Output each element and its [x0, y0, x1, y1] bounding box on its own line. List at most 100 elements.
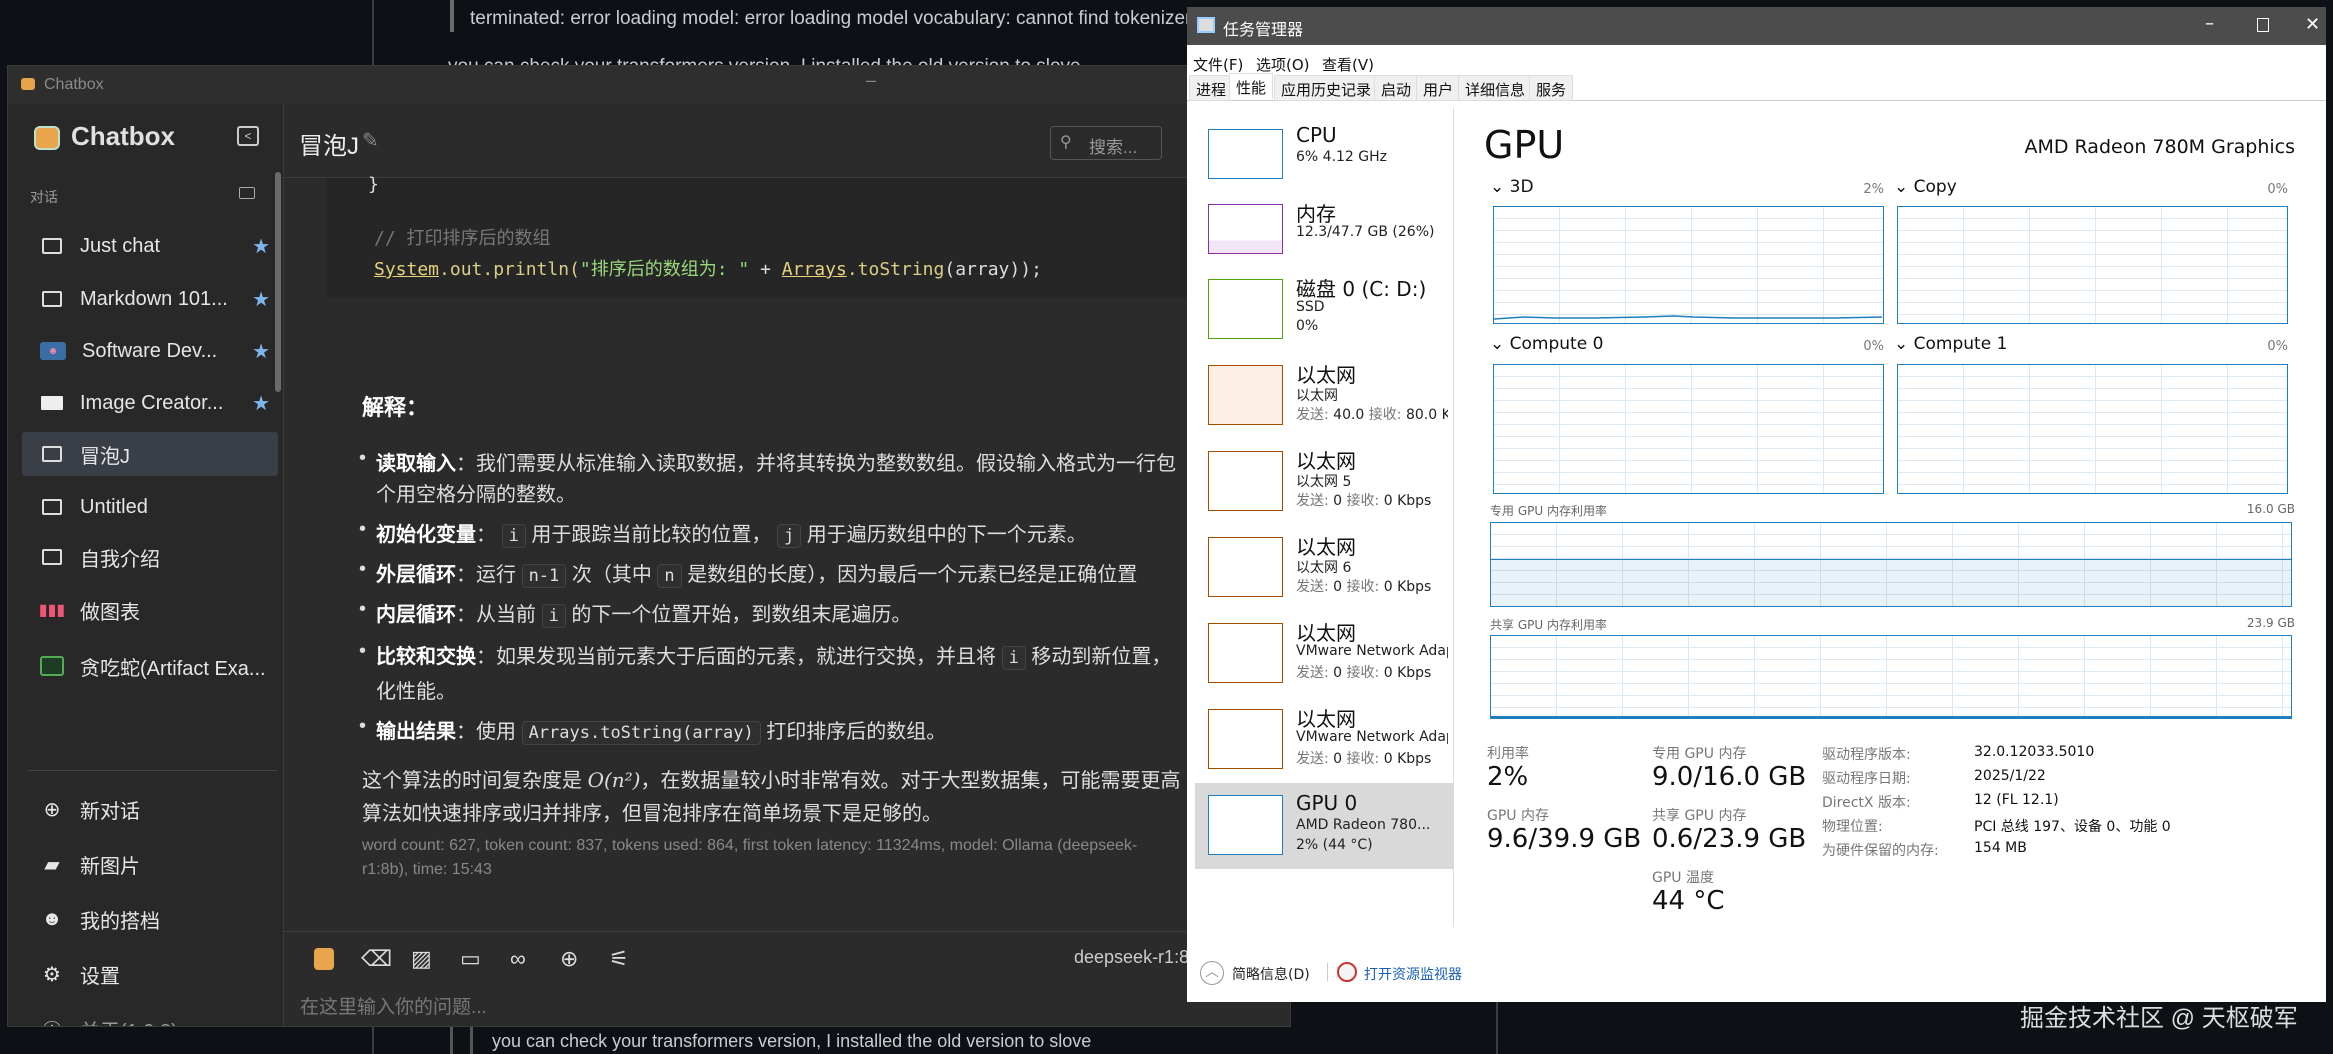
chevron-up-icon[interactable]: ︿: [1200, 961, 1224, 985]
new-chat-button[interactable]: ⊕新对话: [22, 787, 278, 831]
tab-startup[interactable]: 启动: [1374, 75, 1418, 101]
tab-app-history[interactable]: 应用历史记录: [1274, 75, 1378, 101]
model-selector[interactable]: deepseek-r1:8b: [1074, 947, 1199, 968]
send-value: 0: [1333, 493, 1342, 509]
image-upload-icon[interactable]: ▨: [411, 946, 432, 972]
code-token: .toString: [847, 259, 945, 280]
menu-file[interactable]: 文件(F): [1193, 54, 1243, 75]
resource-detail: VMware Network Adapter: [1296, 729, 1448, 745]
paragraph-text: ，在数据量较小时非常有效。对于大型数据集，可能需要更高: [640, 770, 1180, 792]
resource-ethernet[interactable]: 以太网以太网发送: 40.0 接收: 80.0 Kbps: [1195, 357, 1453, 441]
minimize-button[interactable]: –: [866, 70, 876, 91]
recv-label: 接收:: [1347, 579, 1380, 595]
edit-title-icon[interactable]: ✎: [362, 128, 379, 153]
engine-compute1-label[interactable]: ⌄ Compute 1: [1894, 334, 2007, 354]
session-item-self-intro[interactable]: 自我介绍: [22, 535, 278, 579]
tab-services[interactable]: 服务: [1529, 75, 1573, 101]
resource-cpu[interactable]: CPU6% 4.12 GHz: [1195, 121, 1453, 205]
settings-sliders-icon[interactable]: ⚟: [609, 946, 629, 972]
resource-ethernet-5[interactable]: 以太网以太网 5发送: 0 接收: 0 Kbps: [1195, 443, 1453, 527]
session-item-software-dev[interactable]: ☻Software Dev...★: [22, 329, 278, 373]
settings-button[interactable]: ⚙设置: [22, 952, 278, 996]
maximize-button[interactable]: [2257, 18, 2269, 32]
session-item-markdown[interactable]: Markdown 101...★: [22, 277, 278, 321]
sidebar-scrollbar[interactable]: [275, 172, 281, 392]
folder-icon[interactable]: ▭: [460, 946, 481, 972]
resource-name: 以太网: [1296, 703, 1356, 732]
detail-value: 2025/1/22: [1974, 768, 2046, 784]
resource-detail: 以太网: [1296, 385, 1448, 405]
shared-memory-max: 23.9 GB: [2247, 616, 2295, 630]
tab-performance[interactable]: 性能: [1229, 73, 1273, 99]
minimize-button[interactable]: –: [2205, 13, 2214, 34]
engine-compute0-label[interactable]: ⌄ Compute 0: [1490, 334, 1603, 354]
session-item-untitled[interactable]: Untitled: [22, 485, 278, 529]
clear-conversations-icon[interactable]: [239, 187, 255, 199]
dedicated-memory-label: 专用 GPU 内存利用率: [1490, 502, 1607, 519]
resource-memory[interactable]: 内存12.3/47.7 GB (26%): [1195, 196, 1453, 280]
eraser-icon[interactable]: ⌫: [361, 946, 392, 972]
resource-vmware-1[interactable]: 以太网VMware Network Adapter发送: 0 接收: 0 Kbp…: [1195, 615, 1453, 699]
star-icon[interactable]: ★: [252, 391, 270, 416]
resource-ethernet-6[interactable]: 以太网以太网 6发送: 0 接收: 0 Kbps: [1195, 529, 1453, 613]
engine-copy-pct: 0%: [2187, 182, 2288, 197]
about-button[interactable]: ⓘ关于(1.9.8): [22, 1007, 278, 1027]
session-item-image-creator[interactable]: Image Creator...★: [22, 381, 278, 425]
title-bar: Chatbox –: [8, 66, 1290, 104]
menu-view[interactable]: 查看(V): [1322, 54, 1374, 75]
recv-value: 0 Kbps: [1384, 751, 1432, 767]
bullet-bold: 输出结果: [376, 721, 456, 743]
session-item-just-chat[interactable]: Just chat★: [22, 224, 278, 268]
detail-key: 驱动程序日期:: [1822, 768, 1911, 788]
engine-copy-label[interactable]: ⌄ Copy: [1894, 177, 1957, 197]
resource-vmware-2[interactable]: 以太网VMware Network Adapter发送: 0 接收: 0 Kbp…: [1195, 701, 1453, 785]
search-input[interactable]: ⚲ 搜索...: [1050, 126, 1162, 160]
star-icon[interactable]: ★: [252, 339, 270, 364]
search-placeholder: 搜索...: [1089, 133, 1137, 158]
code-token: +: [749, 259, 782, 280]
session-item-bubble-sort[interactable]: 冒泡J: [22, 432, 278, 476]
detail-value: PCI 总线 197、设备 0、功能 0: [1974, 816, 2171, 836]
resource-detail: SSD: [1296, 299, 1448, 315]
collapse-sidebar-icon[interactable]: <: [237, 126, 259, 146]
code-line: System.out.println("排序后的数组为: " + Arrays.…: [374, 255, 1042, 281]
resource-disk[interactable]: 磁盘 0 (C: D:)SSD0%: [1195, 271, 1453, 355]
code-comment: // 打印排序后的数组: [374, 224, 551, 250]
menu-options[interactable]: 选项(O): [1256, 54, 1310, 75]
window-title: Chatbox: [44, 76, 104, 94]
resource-monitor-icon: [1337, 962, 1357, 982]
tab-users[interactable]: 用户: [1416, 75, 1460, 101]
background-reply-text: you can check your transformers version,…: [492, 1031, 1091, 1052]
send-label: 发送:: [1296, 493, 1329, 509]
bullet-text: ：: [476, 524, 496, 546]
bullet-bold: 比较和交换: [376, 646, 476, 668]
chat-main: 冒泡J ✎ ⚲ 搜索... } // 打印排序后的数组 System.out.p…: [284, 104, 1290, 1026]
new-image-button[interactable]: ▰新图片: [22, 842, 278, 886]
send-label: 发送:: [1296, 579, 1329, 595]
bullet-text: 用于跟踪当前比较的位置，: [531, 524, 771, 546]
my-copilots-button[interactable]: ☻我的搭档: [22, 897, 278, 941]
close-button[interactable]: ✕: [2305, 14, 2320, 35]
bullet-text: 用于遍历数组中的下一个元素。: [807, 524, 1087, 546]
open-resource-monitor-link[interactable]: 打开资源监视器: [1364, 964, 1462, 984]
section-label: 对话: [30, 187, 58, 207]
dedicated-memory-fill: [1491, 559, 2291, 606]
session-item-snake[interactable]: 贪吃蛇(Artifact Exa...: [22, 644, 278, 688]
tab-processes[interactable]: 进程: [1189, 75, 1233, 101]
engine-name: Compute 0: [1510, 334, 1604, 354]
link-icon[interactable]: ∞: [510, 946, 526, 972]
copilot-icon[interactable]: [314, 948, 334, 970]
message-input[interactable]: 在这里输入你的问题...: [300, 992, 487, 1019]
tab-details[interactable]: 详细信息: [1458, 75, 1532, 101]
star-icon[interactable]: ★: [252, 287, 270, 312]
resource-gpu-0[interactable]: GPU 0AMD Radeon 780...2% (44 °C): [1195, 783, 1453, 869]
divider: [284, 931, 1290, 932]
globe-icon[interactable]: ⊕: [560, 946, 578, 972]
engine-3d-label[interactable]: ⌄ 3D: [1490, 177, 1534, 197]
session-item-make-chart[interactable]: ▮▮▮做图表: [22, 588, 278, 632]
star-icon[interactable]: ★: [252, 234, 270, 259]
fewer-details-button[interactable]: 简略信息(D): [1232, 964, 1310, 984]
code-block: } // 打印排序后的数组 System.out.println("排序后的数组…: [326, 178, 1290, 298]
bullet-item: •外层循环：运行 n-1 次（其中 n 是数组的长度），因为最后一个元素已经是正…: [376, 558, 1137, 587]
chatbox-window: Chatbox – Chatbox < 对话 Just chat★ Markdo…: [7, 65, 1291, 1027]
